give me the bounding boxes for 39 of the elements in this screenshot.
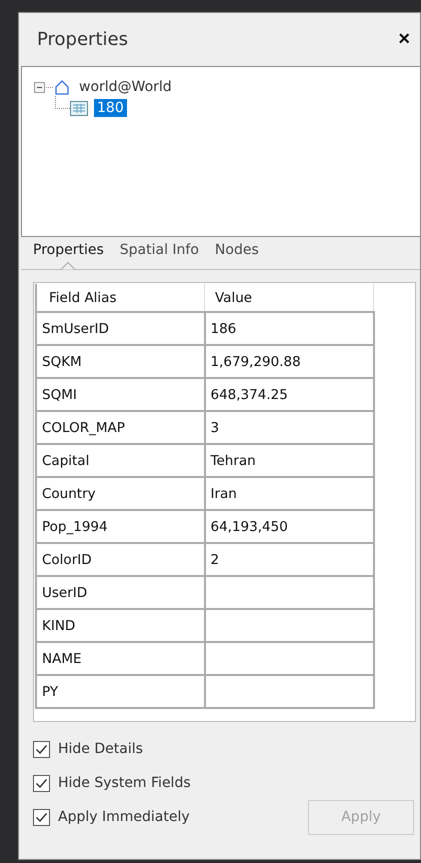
table-cell: NAME — [36, 642, 204, 675]
tab[interactable]: Spatial Info — [112, 242, 207, 270]
table-cell: Pop_1994 — [36, 510, 204, 543]
table-cell: Country — [36, 477, 204, 510]
table-cell: Tehran — [204, 444, 374, 477]
table-cell: ColorID — [36, 543, 204, 576]
table-cell: Iran — [204, 477, 374, 510]
table-cell: Capital — [36, 444, 204, 477]
checkbox-label[interactable]: Apply Immediately — [58, 809, 190, 825]
table-cell: COLOR_MAP — [36, 411, 204, 444]
tree-item[interactable]: world@World — [76, 78, 175, 96]
table-cell: 64,193,450 — [204, 510, 374, 543]
collapse-icon[interactable] — [34, 82, 45, 92]
table-cell: UserID — [36, 576, 204, 609]
column-header: Field Alias — [36, 284, 204, 312]
checkbox[interactable] — [33, 774, 50, 792]
checkbox[interactable] — [33, 740, 50, 758]
tab-pointer-icon — [61, 262, 76, 270]
checkbox[interactable] — [33, 808, 50, 826]
column-header: Value — [204, 284, 374, 312]
table-cell: PY — [36, 675, 204, 708]
table-cell: 2 — [204, 543, 374, 576]
panel-title: Properties — [37, 29, 128, 50]
table-cell: 186 — [204, 312, 374, 345]
table-cell: 648,374.25 — [204, 378, 374, 411]
tab[interactable]: Properties — [25, 242, 112, 270]
table-cell: KIND — [36, 609, 204, 642]
table-cell: 3 — [204, 411, 374, 444]
table-cell: SmUserID — [36, 312, 204, 345]
table-cell: 1,679,290.88 — [204, 345, 374, 378]
close-button[interactable]: × — [394, 28, 414, 51]
checkbox-label[interactable]: Hide Details — [58, 741, 143, 757]
table-cell: SQMI — [36, 378, 204, 411]
checkbox-label[interactable]: Hide System Fields — [58, 775, 191, 791]
table-icon — [70, 100, 88, 116]
tree-item[interactable]: 180 — [94, 99, 127, 117]
table-cell: SQKM — [36, 345, 204, 378]
tab[interactable]: Nodes — [206, 242, 267, 270]
house-icon — [54, 79, 70, 95]
